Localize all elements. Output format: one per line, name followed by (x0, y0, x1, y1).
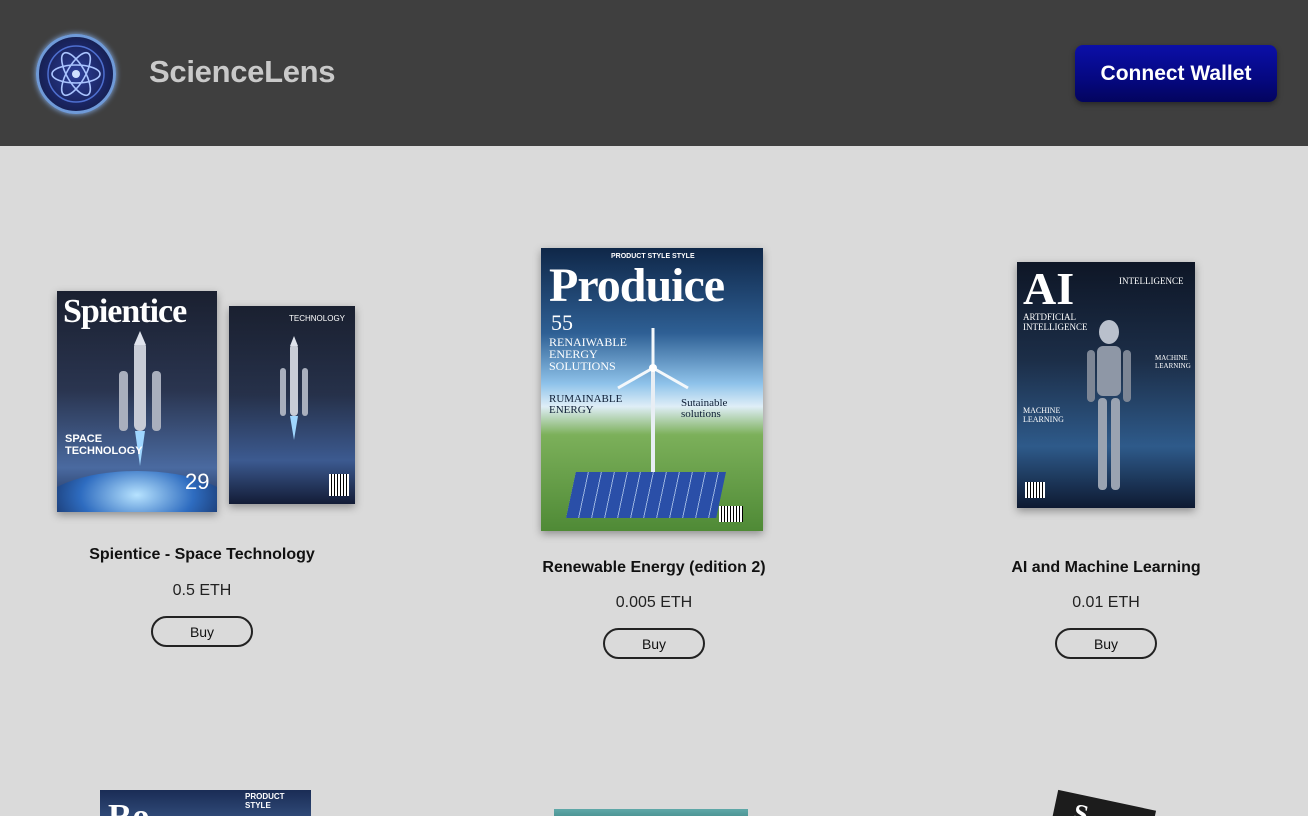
product-price: 0.005 ETH (615, 594, 693, 611)
cover-image-row2-2[interactable] (554, 809, 748, 816)
product-title: AI and Machine Learning (1011, 559, 1201, 576)
cover-image-row2-3[interactable]: S (1051, 789, 1157, 816)
product-price: 0.01 ETH (1072, 594, 1140, 611)
buy-button[interactable]: Buy (151, 616, 253, 647)
buy-button[interactable]: Buy (603, 628, 705, 659)
cover-issue-number: 29 (185, 469, 210, 494)
product-title: Renewable Energy (edition 2) (542, 559, 766, 576)
brand-name[interactable]: ScienceLens (149, 54, 336, 90)
cover-masthead: Produice (549, 259, 725, 312)
buy-button[interactable]: Buy (1055, 628, 1157, 659)
cover-kicker: INTELLIGENCE (1119, 276, 1184, 286)
cover-masthead: Ro (108, 798, 150, 816)
cover-image-space-technology[interactable]: Spientice SPACE TECHNOLOGY 29 (57, 291, 217, 512)
cover-image-renewable-energy[interactable]: PRODUCT STYLE STYLE Produice 55 RENAIWAB… (541, 248, 763, 531)
cover-image-space-technology-back[interactable]: TECHNOLOGY (229, 306, 355, 504)
top-bar: ScienceLens Connect Wallet (0, 0, 1308, 146)
product-price: 0.5 ETH (172, 582, 232, 599)
solar-panel-image (566, 472, 726, 518)
robot-icon (1087, 320, 1131, 490)
connect-wallet-button[interactable]: Connect Wallet (1075, 45, 1277, 102)
rocket-icon (280, 336, 308, 440)
cover-subheadline: MACHINE LEARNING (1023, 406, 1064, 424)
cover-subheadline: MACHINE LEARNING (1155, 354, 1191, 370)
cover-subheadline: Sutainable solutions (681, 397, 728, 420)
cover-image-ai-machine-learning[interactable]: AI INTELLIGENCE ARTDFICIAL INTELLIGENCE … (1017, 262, 1195, 508)
cover-headline: SPACE TECHNOLOGY (65, 433, 143, 457)
product-title: Spientice - Space Technology (89, 546, 315, 563)
atom-icon[interactable] (36, 34, 116, 114)
cover-subheadline: TECHNOLOGY (289, 314, 346, 323)
cover-masthead: Spientice (63, 293, 187, 330)
cover-masthead: S (1070, 798, 1092, 816)
cover-masthead: AI (1023, 263, 1075, 314)
cover-kicker: PRODUCT STYLE (245, 792, 285, 810)
cover-issue-number: 55 (551, 310, 573, 335)
cover-image-row2-1[interactable]: PRODUCT STYLE Ro (100, 790, 311, 816)
